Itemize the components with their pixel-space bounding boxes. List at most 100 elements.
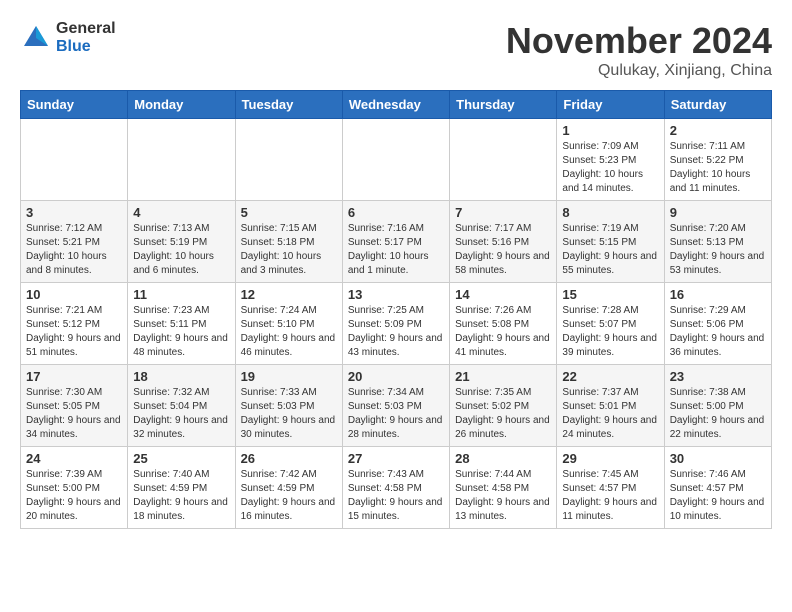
logo: General Blue	[20, 20, 116, 55]
day-info: Sunrise: 7:39 AM Sunset: 5:00 PM Dayligh…	[26, 468, 122, 524]
calendar-cell-2-2: 12 Sunrise: 7:24 AM Sunset: 5:10 PM Dayli…	[235, 283, 342, 365]
day-number: 18	[133, 369, 229, 384]
day-number: 8	[562, 205, 658, 220]
day-number: 25	[133, 451, 229, 466]
calendar-cell-0-0	[21, 119, 128, 201]
day-number: 22	[562, 369, 658, 384]
day-number: 13	[348, 287, 444, 302]
calendar-cell-0-5: 1 Sunrise: 7:09 AM Sunset: 5:23 PM Daylig…	[557, 119, 664, 201]
header-saturday: Saturday	[664, 91, 771, 119]
title-block: November 2024 Qulukay, Xinjiang, China	[506, 20, 772, 80]
day-info: Sunrise: 7:32 AM Sunset: 5:04 PM Dayligh…	[133, 386, 229, 442]
calendar-week-1: 3Sunrise: 7:12 AM Sunset: 5:21 PM Daylig…	[21, 201, 772, 283]
day-info: Sunrise: 7:24 AM Sunset: 5:10 PM Dayligh…	[241, 304, 337, 360]
calendar-cell-4-2: 26 Sunrise: 7:42 AM Sunset: 4:59 PM Dayli…	[235, 447, 342, 529]
calendar-cell-2-0: 10 Sunrise: 7:21 AM Sunset: 5:12 PM Dayli…	[21, 283, 128, 365]
day-info: Sunrise: 7:33 AM Sunset: 5:03 PM Dayligh…	[241, 386, 337, 442]
day-number: 4	[133, 205, 229, 220]
day-number: 14	[455, 287, 551, 302]
day-number: 12	[241, 287, 337, 302]
logo-general: General	[56, 20, 116, 38]
day-info: Sunrise: 7:19 AM Sunset: 5:15 PM Dayligh…	[562, 222, 658, 278]
calendar-cell-2-6: 16 Sunrise: 7:29 AM Sunset: 5:06 PM Dayli…	[664, 283, 771, 365]
day-number: 26	[241, 451, 337, 466]
calendar-week-0: 1 Sunrise: 7:09 AM Sunset: 5:23 PM Daylig…	[21, 119, 772, 201]
calendar-header: Sunday Monday Tuesday Wednesday Thursday…	[21, 91, 772, 119]
calendar-week-4: 24 Sunrise: 7:39 AM Sunset: 5:00 PM Dayli…	[21, 447, 772, 529]
day-number: 5	[241, 205, 337, 220]
day-info: Sunrise: 7:15 AM Sunset: 5:18 PM Dayligh…	[241, 222, 337, 278]
day-number: 23	[670, 369, 766, 384]
day-number: 10	[26, 287, 122, 302]
header-tuesday: Tuesday	[235, 91, 342, 119]
day-number: 27	[348, 451, 444, 466]
day-info: Sunrise: 7:43 AM Sunset: 4:58 PM Dayligh…	[348, 468, 444, 524]
day-number: 28	[455, 451, 551, 466]
day-info: Sunrise: 7:13 AM Sunset: 5:19 PM Dayligh…	[133, 222, 229, 278]
calendar-cell-1-4: 7Sunrise: 7:17 AM Sunset: 5:16 PM Daylig…	[450, 201, 557, 283]
calendar-cell-1-3: 6 Sunrise: 7:16 AM Sunset: 5:17 PM Daylig…	[342, 201, 449, 283]
calendar-body: 1 Sunrise: 7:09 AM Sunset: 5:23 PM Daylig…	[21, 119, 772, 529]
day-info: Sunrise: 7:44 AM Sunset: 4:58 PM Dayligh…	[455, 468, 551, 524]
day-info: Sunrise: 7:09 AM Sunset: 5:23 PM Dayligh…	[562, 140, 658, 196]
calendar-cell-0-3	[342, 119, 449, 201]
day-info: Sunrise: 7:37 AM Sunset: 5:01 PM Dayligh…	[562, 386, 658, 442]
header-row: Sunday Monday Tuesday Wednesday Thursday…	[21, 91, 772, 119]
calendar-cell-4-0: 24 Sunrise: 7:39 AM Sunset: 5:00 PM Dayli…	[21, 447, 128, 529]
calendar-cell-0-4	[450, 119, 557, 201]
calendar-week-3: 17Sunrise: 7:30 AM Sunset: 5:05 PM Dayli…	[21, 365, 772, 447]
calendar-cell-0-6: 2Sunrise: 7:11 AM Sunset: 5:22 PM Daylig…	[664, 119, 771, 201]
calendar-cell-3-2: 19 Sunrise: 7:33 AM Sunset: 5:03 PM Dayli…	[235, 365, 342, 447]
day-number: 9	[670, 205, 766, 220]
calendar-cell-3-1: 18 Sunrise: 7:32 AM Sunset: 5:04 PM Dayli…	[128, 365, 235, 447]
day-info: Sunrise: 7:17 AM Sunset: 5:16 PM Dayligh…	[455, 222, 551, 278]
location: Qulukay, Xinjiang, China	[506, 62, 772, 80]
day-info: Sunrise: 7:25 AM Sunset: 5:09 PM Dayligh…	[348, 304, 444, 360]
calendar-cell-3-0: 17Sunrise: 7:30 AM Sunset: 5:05 PM Dayli…	[21, 365, 128, 447]
header-wednesday: Wednesday	[342, 91, 449, 119]
day-number: 17	[26, 369, 122, 384]
calendar-cell-0-2	[235, 119, 342, 201]
day-info: Sunrise: 7:16 AM Sunset: 5:17 PM Dayligh…	[348, 222, 444, 278]
day-info: Sunrise: 7:45 AM Sunset: 4:57 PM Dayligh…	[562, 468, 658, 524]
calendar-cell-3-3: 20Sunrise: 7:34 AM Sunset: 5:03 PM Dayli…	[342, 365, 449, 447]
day-number: 15	[562, 287, 658, 302]
calendar-cell-1-5: 8 Sunrise: 7:19 AM Sunset: 5:15 PM Daylig…	[557, 201, 664, 283]
day-info: Sunrise: 7:29 AM Sunset: 5:06 PM Dayligh…	[670, 304, 766, 360]
day-info: Sunrise: 7:21 AM Sunset: 5:12 PM Dayligh…	[26, 304, 122, 360]
header-sunday: Sunday	[21, 91, 128, 119]
calendar-cell-1-2: 5 Sunrise: 7:15 AM Sunset: 5:18 PM Daylig…	[235, 201, 342, 283]
calendar-cell-1-6: 9Sunrise: 7:20 AM Sunset: 5:13 PM Daylig…	[664, 201, 771, 283]
calendar-cell-3-6: 23Sunrise: 7:38 AM Sunset: 5:00 PM Dayli…	[664, 365, 771, 447]
day-number: 24	[26, 451, 122, 466]
calendar-table: Sunday Monday Tuesday Wednesday Thursday…	[20, 90, 772, 529]
day-number: 19	[241, 369, 337, 384]
header-thursday: Thursday	[450, 91, 557, 119]
calendar-cell-2-4: 14Sunrise: 7:26 AM Sunset: 5:08 PM Dayli…	[450, 283, 557, 365]
day-info: Sunrise: 7:11 AM Sunset: 5:22 PM Dayligh…	[670, 140, 766, 196]
calendar-cell-1-1: 4 Sunrise: 7:13 AM Sunset: 5:19 PM Daylig…	[128, 201, 235, 283]
header-monday: Monday	[128, 91, 235, 119]
calendar-cell-4-6: 30 Sunrise: 7:46 AM Sunset: 4:57 PM Dayli…	[664, 447, 771, 529]
logo-text: General Blue	[56, 20, 116, 55]
header-friday: Friday	[557, 91, 664, 119]
calendar-cell-2-5: 15 Sunrise: 7:28 AM Sunset: 5:07 PM Dayli…	[557, 283, 664, 365]
calendar-cell-4-5: 29 Sunrise: 7:45 AM Sunset: 4:57 PM Dayli…	[557, 447, 664, 529]
calendar-cell-4-1: 25Sunrise: 7:40 AM Sunset: 4:59 PM Dayli…	[128, 447, 235, 529]
calendar-cell-2-3: 13 Sunrise: 7:25 AM Sunset: 5:09 PM Dayli…	[342, 283, 449, 365]
day-number: 29	[562, 451, 658, 466]
day-number: 21	[455, 369, 551, 384]
day-info: Sunrise: 7:28 AM Sunset: 5:07 PM Dayligh…	[562, 304, 658, 360]
day-number: 3	[26, 205, 122, 220]
day-number: 20	[348, 369, 444, 384]
day-number: 1	[562, 123, 658, 138]
day-info: Sunrise: 7:42 AM Sunset: 4:59 PM Dayligh…	[241, 468, 337, 524]
calendar-week-2: 10 Sunrise: 7:21 AM Sunset: 5:12 PM Dayli…	[21, 283, 772, 365]
month-title: November 2024	[506, 20, 772, 62]
logo-icon	[20, 22, 52, 54]
calendar-cell-1-0: 3Sunrise: 7:12 AM Sunset: 5:21 PM Daylig…	[21, 201, 128, 283]
day-info: Sunrise: 7:46 AM Sunset: 4:57 PM Dayligh…	[670, 468, 766, 524]
day-number: 16	[670, 287, 766, 302]
day-number: 6	[348, 205, 444, 220]
day-number: 30	[670, 451, 766, 466]
